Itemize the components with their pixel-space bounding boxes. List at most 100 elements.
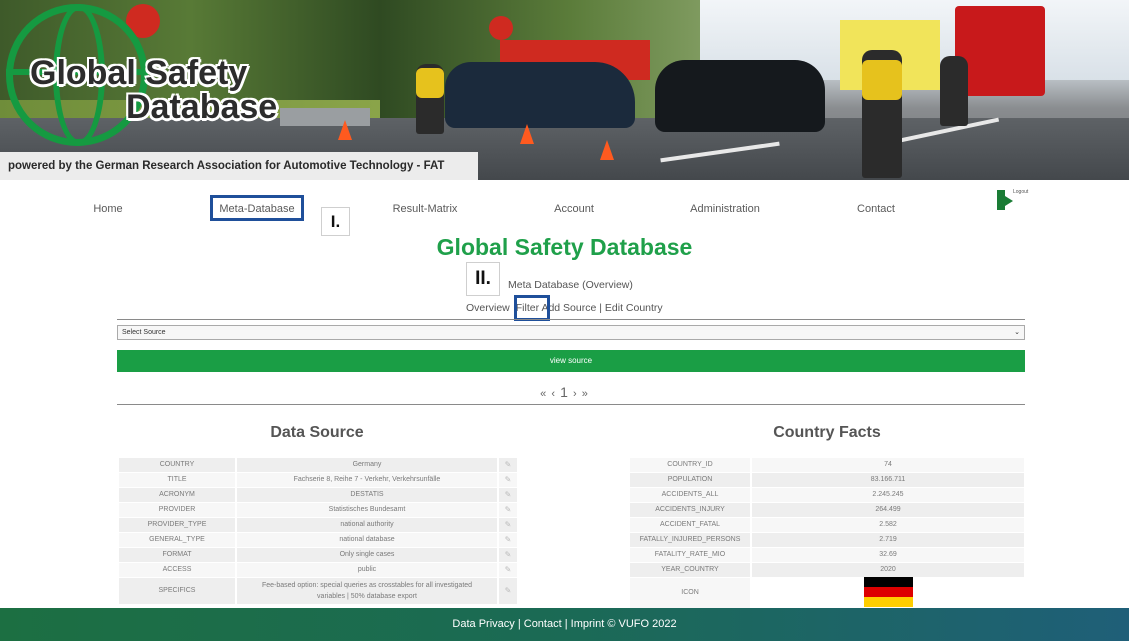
banner-car (655, 60, 825, 132)
banner-vest (862, 60, 902, 100)
subnav-edit-country[interactable]: Edit Country (605, 302, 663, 314)
pager-prev[interactable]: ‹ (551, 388, 556, 400)
row-key: ACCIDENTS_INJURY (630, 503, 750, 517)
row-value: 74 (752, 458, 1024, 472)
row-key: FATALITY_RATE_MIO (630, 548, 750, 562)
traffic-cone-icon (338, 120, 352, 140)
logout-button[interactable]: Logout (995, 188, 1049, 214)
row-key: POPULATION (630, 473, 750, 487)
row-value: Statistisches Bundesamt (237, 503, 497, 517)
row-key: ACRONYM (119, 488, 235, 502)
row-value: national database (237, 533, 497, 547)
edit-pencil-icon[interactable]: ✎ (499, 458, 517, 472)
footer-separator: | (517, 618, 521, 630)
site-logo[interactable]: Global Safety Database (30, 56, 277, 124)
row-key: FORMAT (119, 548, 235, 562)
flag-germany-icon (864, 577, 913, 607)
footer-data-privacy-link[interactable]: Data Privacy (452, 618, 514, 630)
traffic-cone-icon (600, 140, 614, 160)
edit-pencil-icon[interactable]: ✎ (499, 518, 517, 532)
footer-imprint-link[interactable]: Imprint (571, 618, 605, 630)
nav-administration[interactable]: Administration (690, 203, 760, 215)
row-key: ACCESS (119, 563, 235, 577)
header-banner: Global Safety Database powered by the Ge… (0, 0, 1129, 180)
pager-last[interactable]: » (582, 388, 589, 400)
annotation-highlight-filter (514, 295, 550, 321)
edit-pencil-icon[interactable]: ✎ (499, 578, 517, 604)
banner-vest (416, 68, 444, 98)
banner-trailer (280, 108, 370, 126)
edit-pencil-icon[interactable]: ✎ (499, 533, 517, 547)
footer-contact-link[interactable]: Contact (524, 618, 562, 630)
row-value: 2.582 (752, 518, 1024, 532)
footer-copyright: © VUFO 2022 (607, 618, 677, 630)
divider (117, 319, 1025, 320)
row-value: public (237, 563, 497, 577)
row-value: 32.69 (752, 548, 1024, 562)
source-select-value: Select Source (122, 329, 166, 336)
footer: Data Privacy | Contact | Imprint © VUFO … (0, 608, 1129, 641)
edit-pencil-icon[interactable]: ✎ (499, 548, 517, 562)
row-value: Germany (237, 458, 497, 472)
pager-first[interactable]: « (540, 388, 547, 400)
row-key: TITLE (119, 473, 235, 487)
nav-result-matrix[interactable]: Result-Matrix (393, 203, 458, 215)
footer-separator: | (564, 618, 568, 630)
row-value: national authority (237, 518, 497, 532)
edit-pencil-icon[interactable]: ✎ (499, 563, 517, 577)
traffic-cone-icon (520, 124, 534, 144)
data-source-title: Data Source (270, 424, 364, 441)
chevron-down-icon: ⌄ (1014, 329, 1020, 336)
pager-next[interactable]: › (573, 388, 578, 400)
row-key: PROVIDER_TYPE (119, 518, 235, 532)
row-value: 83.166.711 (752, 473, 1024, 487)
main-nav: Home Meta-Database Result-Matrix Account… (0, 196, 1129, 220)
nav-contact[interactable]: Contact (857, 203, 895, 215)
flag-stripe-black (864, 577, 913, 587)
tagline: powered by the German Research Associati… (0, 152, 478, 180)
page-subtitle: Meta Database (Overview) (508, 279, 633, 291)
row-key: ICON (630, 578, 750, 608)
row-value: 2.245.245 (752, 488, 1024, 502)
pagination: « ‹ 1 › » (0, 384, 1129, 400)
view-source-button[interactable]: view source (117, 350, 1025, 372)
source-select[interactable]: Select Source ⌄ (117, 325, 1025, 340)
banner-road-sign (489, 16, 513, 40)
annotation-marker-1: I. (321, 207, 350, 236)
row-key: COUNTRY_ID (630, 458, 750, 472)
row-key: GENERAL_TYPE (119, 533, 235, 547)
banner-fire-truck (955, 6, 1045, 96)
logout-label: Logout (1013, 189, 1029, 195)
subnav-separator: | (599, 302, 602, 314)
row-value: Fachserie 8, Reihe 7 - Verkehr, Verkehrs… (237, 473, 497, 487)
row-key: FATALLY_INJURED_PERSONS (630, 533, 750, 547)
row-value-line: variables | 50% database export (317, 593, 417, 600)
row-key: PROVIDER (119, 503, 235, 517)
subnav-overview[interactable]: Overview (466, 302, 510, 314)
annotation-marker-2: II. (466, 262, 500, 296)
row-value: Only single cases (237, 548, 497, 562)
flag-stripe-red (864, 587, 913, 597)
flag-stripe-gold (864, 597, 913, 607)
row-value: 2.719 (752, 533, 1024, 547)
sub-navigation: Overview Filter Add Source | Edit Country (466, 302, 663, 314)
country-facts-title: Country Facts (773, 424, 881, 441)
row-value-line: Fee-based option: special queries as cro… (261, 582, 473, 589)
page-title: Global Safety Database (436, 234, 693, 260)
row-value: 2020 (752, 563, 1024, 577)
row-key: YEAR_COUNTRY (630, 563, 750, 577)
edit-pencil-icon[interactable]: ✎ (499, 503, 517, 517)
row-key: ACCIDENT_FATAL (630, 518, 750, 532)
nav-home[interactable]: Home (93, 203, 122, 215)
edit-pencil-icon[interactable]: ✎ (499, 473, 517, 487)
row-value: 264.499 (752, 503, 1024, 517)
row-key: SPECIFICS (119, 578, 235, 604)
row-value: Fee-based option: special queries as cro… (237, 578, 497, 604)
logo-line-2: Database (126, 88, 278, 126)
nav-account[interactable]: Account (554, 203, 594, 215)
banner-car (445, 62, 635, 128)
banner-firefighter (940, 56, 968, 126)
annotation-highlight-meta-database (210, 195, 304, 221)
edit-pencil-icon[interactable]: ✎ (499, 488, 517, 502)
pager-current[interactable]: 1 (560, 384, 569, 400)
